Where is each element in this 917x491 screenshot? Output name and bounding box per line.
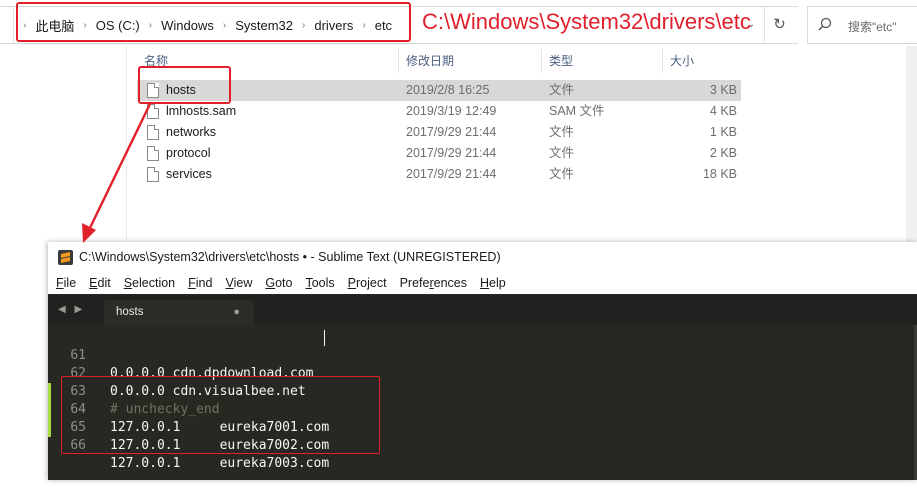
refresh-icon[interactable]: ↻ [764, 7, 794, 43]
file-date: 2019/3/19 12:49 [406, 104, 497, 118]
file-type: 文件 [549, 146, 575, 160]
text-caret [324, 330, 325, 346]
address-bar-left-edge [0, 7, 14, 43]
file-row-protocol[interactable]: protocol 2017/9/29 21:44 文件 2 KB [137, 143, 741, 164]
menu-edit[interactable]: Edit [89, 276, 111, 290]
sublime-text-window: C:\Windows\System32\drivers\etc\hosts • … [48, 242, 917, 480]
file-size: 18 KB [702, 167, 737, 181]
menu-help[interactable]: Help [480, 276, 506, 290]
column-header-size[interactable]: 大小 [663, 49, 743, 73]
address-highlight-box [16, 2, 411, 42]
menu-preferences[interactable]: Preferences [400, 276, 467, 290]
file-date: 2017/9/29 21:44 [406, 125, 497, 139]
unsaved-dot-icon[interactable]: ● [233, 300, 240, 325]
menu-goto[interactable]: Goto [265, 276, 292, 290]
file-date: 2017/9/29 21:44 [406, 146, 497, 160]
title-bar[interactable]: C:\Windows\System32\drivers\etc\hosts • … [48, 242, 917, 272]
file-type: 文件 [549, 167, 575, 181]
new-entries-highlight-box [61, 376, 380, 454]
file-row-lmhosts[interactable]: lmhosts.sam 2019/3/19 12:49 SAM 文件 4 KB [137, 101, 741, 122]
file-name: lmhosts.sam [166, 104, 237, 118]
tab-label: hosts [116, 306, 144, 318]
menu-file[interactable]: File [56, 276, 76, 290]
menu-bar: File Edit Selection Find View Goto Tools… [48, 272, 917, 294]
file-type: 文件 [549, 83, 575, 97]
tab-hosts[interactable]: hosts ● [104, 300, 254, 325]
search-input[interactable]: 搜索"etc" [807, 6, 917, 44]
file-date: 2019/2/8 16:25 [406, 83, 490, 97]
file-size: 2 KB [709, 146, 737, 160]
line-text: 127.0.0.1 eureka7003.com [110, 456, 330, 471]
sublime-text-icon [58, 249, 73, 265]
menu-find[interactable]: Find [188, 276, 212, 290]
tab-scroll-arrows-icon[interactable]: ◀ ▶ [58, 295, 85, 325]
column-header-date[interactable]: 修改日期 [399, 49, 542, 73]
path-annotation: C:\Windows\System32\drivers\etc [422, 9, 751, 34]
file-date: 2017/9/29 21:44 [406, 167, 497, 181]
column-headers: 名称 修改日期 类型 大小 [137, 49, 917, 73]
code-line: 62 0.0.0.0 cdn.visualbee.net [48, 347, 917, 399]
file-type: 文件 [549, 125, 575, 139]
menu-project[interactable]: Project [348, 276, 387, 290]
search-placeholder: 搜索"etc" [848, 20, 897, 34]
explorer-scrollbar[interactable] [906, 46, 917, 246]
file-row-services[interactable]: services 2017/9/29 21:44 文件 18 KB [137, 164, 741, 185]
file-name: protocol [166, 146, 211, 160]
file-row-networks[interactable]: networks 2017/9/29 21:44 文件 1 KB [137, 122, 741, 143]
file-type: SAM 文件 [549, 104, 605, 118]
menu-selection[interactable]: Selection [124, 276, 175, 290]
file-name: services [166, 167, 212, 181]
file-size: 3 KB [709, 83, 737, 97]
menu-view[interactable]: View [225, 276, 252, 290]
file-icon [147, 167, 159, 182]
menu-tools[interactable]: Tools [305, 276, 334, 290]
file-size: 1 KB [709, 125, 737, 139]
code-line: 61 0.0.0.0 cdn.dpdownload.com [48, 329, 917, 381]
window-title: C:\Windows\System32\drivers\etc\hosts • … [79, 250, 501, 264]
tab-bar: ◀ ▶ hosts ● [48, 295, 917, 325]
file-icon [147, 146, 159, 161]
hosts-highlight-box [138, 66, 231, 104]
code-editor[interactable]: 61 0.0.0.0 cdn.dpdownload.com 62 0.0.0.0… [48, 325, 917, 480]
file-size: 4 KB [709, 104, 737, 118]
file-icon [147, 125, 159, 140]
search-icon [818, 17, 832, 31]
file-name: networks [166, 125, 217, 139]
column-header-type[interactable]: 类型 [542, 49, 663, 73]
file-icon [147, 104, 159, 119]
